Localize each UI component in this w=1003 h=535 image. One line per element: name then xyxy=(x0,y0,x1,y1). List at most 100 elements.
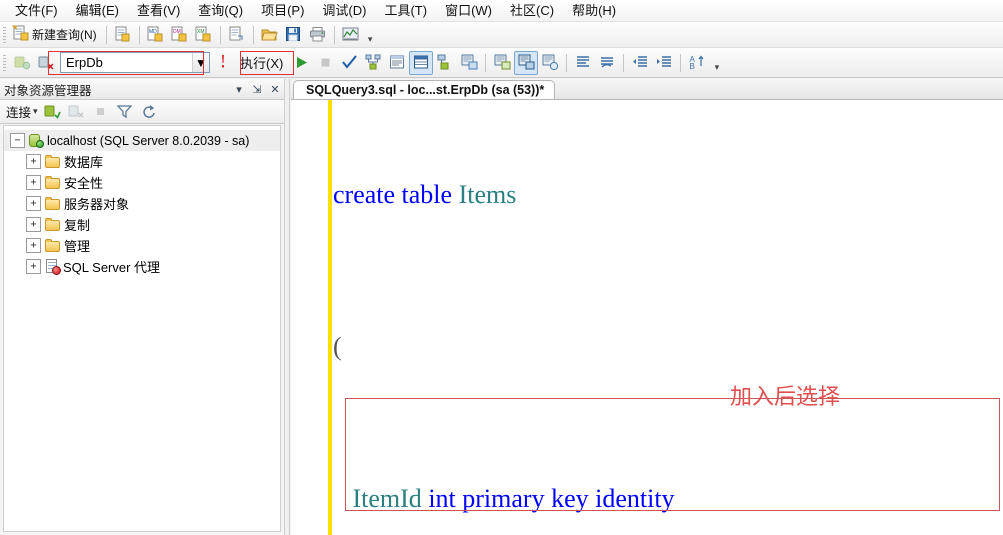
decrease-indent-icon[interactable] xyxy=(628,51,652,75)
stop-icon[interactable] xyxy=(313,51,337,75)
menu-view[interactable]: 查看(V) xyxy=(128,1,189,21)
toolbar-separator xyxy=(138,25,140,44)
tree-node-replication-label: 复制 xyxy=(64,218,91,233)
oe-filter-icon[interactable] xyxy=(113,100,137,124)
code-line-2[interactable]: ( xyxy=(333,328,1003,366)
menu-query[interactable]: 查询(Q) xyxy=(189,1,252,21)
new-query-button[interactable]: 新建查询(N) xyxy=(10,23,102,47)
database-combo[interactable]: ErpDb ▼ xyxy=(60,52,210,73)
close-icon[interactable]: ✕ xyxy=(266,81,284,98)
comment-lines-icon[interactable] xyxy=(571,51,595,75)
toolbar1-overflow-button[interactable]: ▾ xyxy=(365,25,376,45)
code-line-3[interactable]: ItemId int primary key identity xyxy=(333,480,1003,518)
token-itemid: ItemId xyxy=(352,484,429,513)
tree-expander-expand[interactable]: + xyxy=(26,175,41,190)
editor-tabstrip: SQLQuery3.sql - loc...st.ErpDb (sa (53))… xyxy=(291,79,1003,99)
tree-expander-expand[interactable]: + xyxy=(26,238,41,253)
results-to-text-icon[interactable] xyxy=(385,51,409,75)
change-connection-icon[interactable] xyxy=(34,51,58,75)
connect-button[interactable]: 连接 ▾ xyxy=(3,101,41,122)
code-line-1[interactable]: create table Items xyxy=(333,176,1003,214)
toolbar2-overflow-button[interactable]: ▾ xyxy=(711,53,722,73)
new-blank-file-icon[interactable] xyxy=(225,23,249,47)
oe-connect-icon[interactable] xyxy=(41,100,65,124)
sqlcmd-mode-icon[interactable] xyxy=(210,51,234,75)
oe-disconnect-icon[interactable] xyxy=(65,100,89,124)
token-table: table xyxy=(401,180,459,209)
tree-node-server-objects[interactable]: + 服务器对象 xyxy=(4,193,280,214)
results-grid-toggle-icon[interactable] xyxy=(514,50,539,75)
print-icon[interactable] xyxy=(306,23,330,47)
menu-file[interactable]: 文件(F) xyxy=(6,1,67,21)
tree-node-sql-server-agent[interactable]: + SQL Server 代理 xyxy=(4,256,280,277)
increase-indent-icon[interactable] xyxy=(652,51,676,75)
menu-edit[interactable]: 编辑(E) xyxy=(67,1,128,21)
execute-play-icon[interactable] xyxy=(289,51,313,75)
chevron-down-icon[interactable]: ▼ xyxy=(192,53,209,72)
new-file-icon[interactable] xyxy=(111,23,135,47)
tab-sqlquery3[interactable]: SQLQuery3.sql - loc...st.ErpDb (sa (53))… xyxy=(293,80,556,99)
new-xmla-query-icon[interactable]: XM xyxy=(192,23,216,47)
object-explorer-titlebar: 对象资源管理器 ▾ ⇲ ✕ xyxy=(0,79,284,100)
uncomment-lines-icon[interactable] xyxy=(595,51,619,75)
menu-community[interactable]: 社区(C) xyxy=(501,1,563,21)
results-to-grid-icon[interactable] xyxy=(409,50,434,75)
panel-splitter[interactable] xyxy=(284,79,290,535)
standard-toolbar: 新建查询(N) MD DM XM ▾ xyxy=(0,22,1003,48)
toolbar-grip[interactable] xyxy=(3,26,6,43)
results-file-toggle-icon[interactable] xyxy=(538,51,562,75)
tree-node-management[interactable]: + 管理 xyxy=(4,235,280,256)
chevron-down-icon: ▾ xyxy=(33,106,38,116)
display-estimated-plan-icon[interactable] xyxy=(361,51,385,75)
new-query-label: 新建查询(N) xyxy=(32,28,97,42)
menu-debug[interactable]: 调试(D) xyxy=(313,1,375,21)
sql-code-editor[interactable]: create table Items ( ItemId int primary … xyxy=(291,99,1003,535)
folder-icon xyxy=(45,176,61,189)
tree-expander-expand[interactable]: + xyxy=(26,259,41,274)
tree-node-security[interactable]: + 安全性 xyxy=(4,172,280,193)
toolbar-grip[interactable] xyxy=(3,54,6,71)
tree-node-localhost[interactable]: − localhost (SQL Server 8.0.2039 - sa) xyxy=(4,130,280,151)
sort-ascending-icon[interactable]: A B xyxy=(685,51,709,75)
save-icon[interactable] xyxy=(282,23,306,47)
menu-window[interactable]: 窗口(W) xyxy=(436,1,501,21)
connect-object-explorer-icon[interactable] xyxy=(10,51,34,75)
token-int: int xyxy=(428,484,463,513)
token-identity: identity xyxy=(595,484,675,513)
oe-stop-icon[interactable] xyxy=(89,100,113,124)
tree-expander-expand[interactable]: + xyxy=(26,154,41,169)
menu-tools[interactable]: 工具(T) xyxy=(375,1,436,21)
toolbar-separator xyxy=(219,25,221,44)
toolbar-separator xyxy=(105,25,107,44)
menu-project[interactable]: 项目(P) xyxy=(252,1,313,21)
activity-monitor-icon[interactable] xyxy=(339,23,363,47)
new-mdx-query-icon[interactable]: MD xyxy=(144,23,168,47)
toolbar-separator xyxy=(252,25,254,44)
include-actual-plan-icon[interactable] xyxy=(457,51,481,75)
database-combo-value[interactable]: ErpDb xyxy=(61,55,192,70)
query-options-icon[interactable] xyxy=(490,51,514,75)
new-dmx-query-icon[interactable]: DM xyxy=(168,23,192,47)
tree-node-replication[interactable]: + 复制 xyxy=(4,214,280,235)
tree-node-databases[interactable]: + 数据库 xyxy=(4,151,280,172)
open-file-icon[interactable] xyxy=(258,23,282,47)
tree-expander-expand[interactable]: + xyxy=(26,196,41,211)
toolbar-separator xyxy=(623,53,625,72)
oe-refresh-icon[interactable] xyxy=(137,100,161,124)
chevron-down-icon[interactable]: ▾ xyxy=(230,81,248,98)
tree-node-security-label: 安全性 xyxy=(64,176,104,191)
results-to-file-icon[interactable] xyxy=(433,51,457,75)
tab-sqlquery3-label: SQLQuery3.sql - loc...st.ErpDb (sa (53))… xyxy=(306,83,545,97)
execute-button[interactable]: 执行(X) xyxy=(234,51,289,74)
sql-code-lines[interactable]: create table Items ( ItemId int primary … xyxy=(333,100,1003,535)
object-explorer-tree[interactable]: − localhost (SQL Server 8.0.2039 - sa) +… xyxy=(3,125,281,532)
menu-help[interactable]: 帮助(H) xyxy=(563,1,625,21)
parse-check-icon[interactable] xyxy=(337,51,361,75)
tree-expander-expand[interactable]: + xyxy=(26,217,41,232)
tree-expander-collapse[interactable]: − xyxy=(10,133,25,148)
chevron-down-icon: ▾ xyxy=(714,61,720,72)
connect-label: 连接 xyxy=(6,106,32,120)
pin-icon[interactable]: ⇲ xyxy=(248,81,266,98)
folder-icon xyxy=(45,239,61,252)
